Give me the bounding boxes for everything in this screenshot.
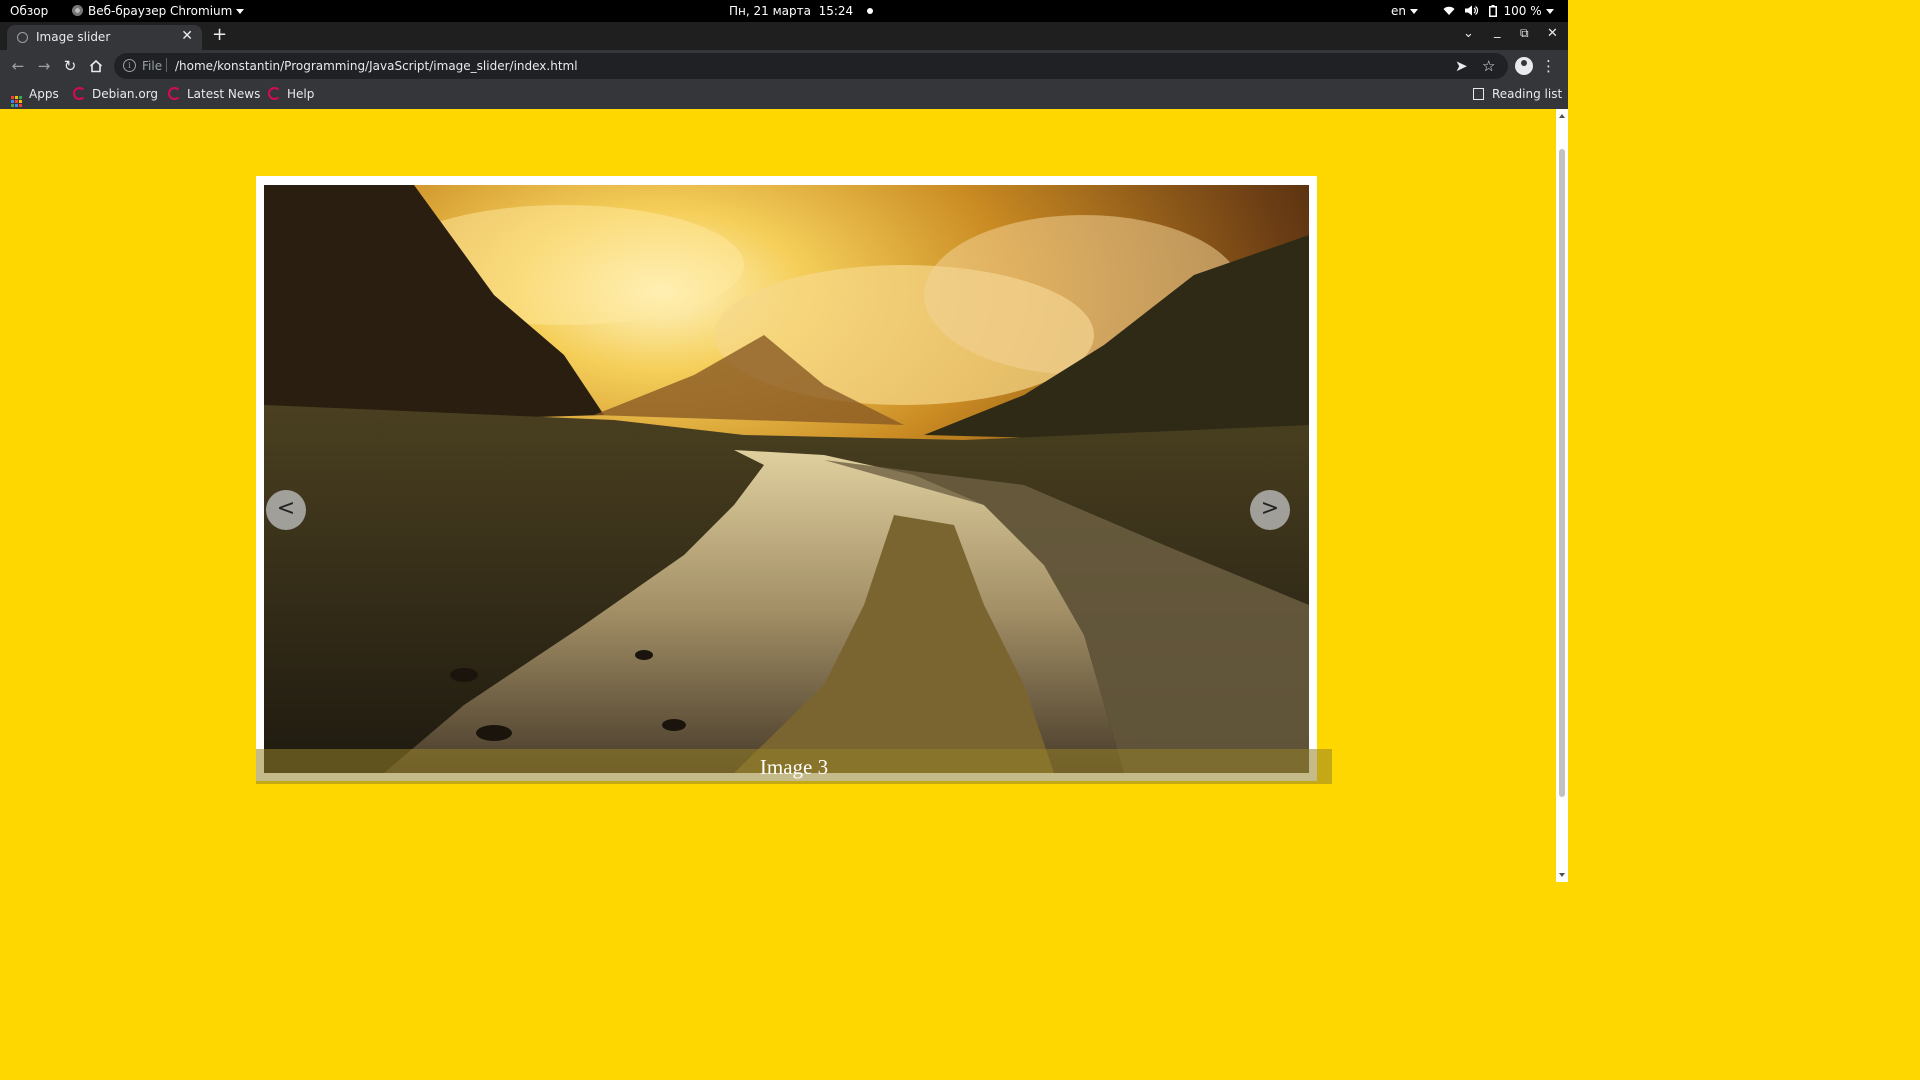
scheme-divider — [166, 58, 167, 72]
tab-image-slider[interactable]: Image slider ✕ — [7, 25, 202, 50]
globe-icon — [17, 32, 28, 43]
app-menu[interactable]: Веб-браузер Chromium — [72, 4, 245, 18]
forward-button[interactable]: → — [34, 56, 54, 76]
next-slide-button[interactable]: > — [1250, 490, 1290, 530]
battery-icon — [1488, 5, 1497, 17]
keyboard-layout-label: en — [1391, 4, 1406, 18]
url-text: /home/konstantin/Programming/JavaScript/… — [175, 59, 578, 73]
clock[interactable]: Пн, 21 марта 15:24 — [729, 4, 873, 18]
back-button[interactable]: ← — [8, 56, 28, 76]
system-top-bar: Обзор Веб-браузер Chromium Пн, 21 марта … — [0, 0, 1568, 22]
scrollbar-thumb[interactable] — [1559, 149, 1565, 797]
bookmark-debian[interactable]: Debian.org — [73, 87, 158, 101]
bookmark-star-icon[interactable]: ☆ — [1482, 56, 1495, 76]
slide-image — [264, 185, 1309, 773]
bookmark-label: Latest News — [187, 87, 261, 101]
debian-swirl-icon — [268, 87, 281, 100]
apps-grid-icon — [11, 96, 22, 107]
profile-avatar-icon[interactable] — [1515, 57, 1533, 75]
home-icon — [89, 59, 103, 73]
tab-search-icon[interactable]: ⌄ — [1463, 26, 1474, 41]
bookmark-label: Debian.org — [92, 87, 159, 101]
notification-dot-icon — [867, 8, 873, 14]
reading-list-icon — [1473, 88, 1484, 100]
restore-icon[interactable]: ⧉ — [1520, 26, 1529, 41]
home-button[interactable] — [86, 56, 106, 76]
activities-button[interactable]: Обзор — [10, 4, 48, 18]
reading-list-label: Reading list — [1492, 87, 1563, 101]
close-window-icon[interactable]: ✕ — [1547, 26, 1558, 41]
address-bar[interactable]: i File /home/konstantin/Programming/Java… — [114, 53, 1508, 79]
chevron-down-icon — [236, 9, 245, 14]
bookmark-apps[interactable]: Apps — [11, 87, 59, 107]
tab-title: Image slider — [36, 30, 111, 44]
bookmark-label: Apps — [29, 87, 59, 101]
wifi-icon — [1443, 6, 1455, 15]
mountain-river-landscape — [264, 185, 1309, 773]
browser-toolbar: ← → ↻ i File /home/konstantin/Programmin… — [0, 50, 1568, 82]
close-tab-icon[interactable]: ✕ — [181, 28, 193, 44]
tab-strip: Image slider ✕ — [0, 22, 1568, 50]
bookmark-help[interactable]: Help — [268, 87, 314, 101]
system-status-menu[interactable]: 100 % — [1443, 4, 1554, 18]
bookmarks-bar: Apps Debian.org Latest News Help Reading… — [0, 82, 1568, 109]
scroll-up-icon[interactable] — [1559, 114, 1565, 118]
battery-label: 100 % — [1503, 4, 1542, 18]
slide-caption: Image 3 — [759, 755, 829, 779]
chevron-down-icon — [1545, 9, 1554, 14]
site-info-icon[interactable]: i — [123, 59, 136, 72]
previous-slide-button[interactable]: < — [266, 490, 306, 530]
new-tab-button[interactable]: + — [212, 24, 227, 46]
reading-list-button[interactable]: Reading list — [1473, 87, 1562, 101]
keyboard-layout-indicator[interactable]: en — [1391, 4, 1418, 18]
debian-swirl-icon — [73, 87, 86, 100]
url-scheme: File — [142, 59, 163, 73]
app-menu-label: Веб-браузер Chromium — [88, 4, 233, 18]
chromium-icon — [72, 5, 83, 16]
reload-button[interactable]: ↻ — [60, 56, 80, 76]
menu-kebab-icon[interactable]: ⋮ — [1541, 56, 1556, 76]
volume-icon — [1464, 5, 1478, 16]
bookmark-label: Help — [287, 87, 315, 101]
chevron-down-icon — [1410, 9, 1418, 14]
clock-label: Пн, 21 марта 15:24 — [729, 4, 854, 18]
minimize-icon[interactable]: _ — [1494, 24, 1501, 39]
send-to-devices-icon[interactable]: ➤ — [1455, 56, 1468, 76]
debian-swirl-icon — [168, 87, 181, 100]
vertical-scrollbar[interactable] — [1556, 109, 1568, 882]
bookmark-latest-news[interactable]: Latest News — [168, 87, 260, 101]
scroll-down-icon[interactable] — [1559, 873, 1565, 877]
